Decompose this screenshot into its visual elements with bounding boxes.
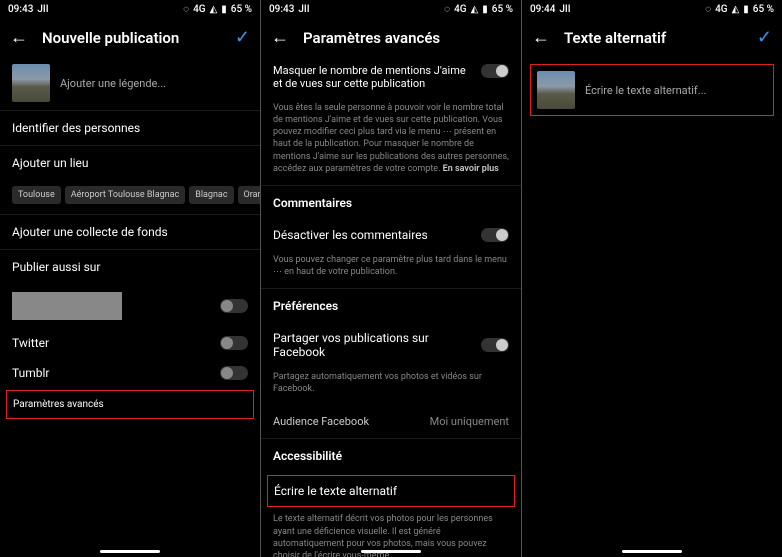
clock: 09:43 xyxy=(8,4,33,15)
status-bar: 09:44 JII ◌ 4G ◭▮ 65 % xyxy=(522,0,782,19)
battery-icon: ▮ xyxy=(482,4,488,15)
publish-also-label: Publier aussi sur xyxy=(0,249,260,284)
alt-text-input-highlight: Écrire le texte alternatif... xyxy=(530,64,774,116)
nav-handle[interactable] xyxy=(622,550,682,553)
battery-icon: ▮ xyxy=(743,4,749,15)
hide-likes-desc: Vous êtes la seule personne à pouvoir vo… xyxy=(261,98,521,185)
battery: 65 % xyxy=(492,4,513,15)
location-chip[interactable]: Orange xyxy=(238,186,260,204)
network: 4G xyxy=(454,4,467,15)
location-chip[interactable]: Toulouse xyxy=(12,186,61,204)
screen-new-post: 09:43 JII ◌ 4G ◭▮ 65 % ← Nouvelle publicatio… xyxy=(0,0,260,557)
network: 4G xyxy=(193,4,206,15)
caption-row[interactable]: Ajouter une légende... xyxy=(0,56,260,110)
hide-likes-label: Masquer le nombre de mentions J'aime et … xyxy=(273,64,481,90)
status-icons: JII xyxy=(37,4,48,15)
clock: 09:43 xyxy=(269,4,294,15)
share-tumblr-row[interactable]: Tumblr xyxy=(0,358,260,388)
share-fb-label: Partager vos publications sur Facebook xyxy=(273,331,481,359)
back-arrow-icon[interactable]: ← xyxy=(271,27,289,48)
fb-audience-label: Audience Facebook xyxy=(273,415,369,428)
write-alt-row[interactable]: Écrire le texte alternatif xyxy=(268,476,514,506)
tag-people-row[interactable]: Identifier des personnes xyxy=(0,110,260,145)
share-fb-row[interactable]: Partager vos publications sur Facebook xyxy=(261,323,521,367)
redacted-account xyxy=(12,292,122,320)
signal-icon: ◭ xyxy=(732,4,740,15)
fb-audience-row[interactable]: Audience Facebook Moi uniquement xyxy=(261,405,521,438)
advanced-settings-row[interactable]: Paramètres avancés xyxy=(7,391,253,418)
battery: 65 % xyxy=(231,4,252,15)
hide-likes-row[interactable]: Masquer le nombre de mentions J'aime et … xyxy=(261,56,521,98)
circle-icon: ◌ xyxy=(183,4,189,15)
header: ← Paramètres avancés xyxy=(261,19,521,56)
toggle[interactable] xyxy=(220,299,248,313)
status-bar: 09:43 JII ◌ 4G ◭▮ 65 % xyxy=(261,0,521,19)
nav-handle[interactable] xyxy=(100,550,160,553)
toggle[interactable] xyxy=(220,366,248,380)
header: ← Nouvelle publication ✓ xyxy=(0,19,260,56)
battery: 65 % xyxy=(753,4,774,15)
photo-thumbnail[interactable] xyxy=(12,64,50,102)
toggle[interactable] xyxy=(481,64,509,78)
alt-text-input[interactable]: Écrire le texte alternatif... xyxy=(585,84,706,97)
comments-heading: Commentaires xyxy=(261,185,521,220)
page-title: Texte alternatif xyxy=(564,29,743,47)
add-location-row[interactable]: Ajouter un lieu xyxy=(0,145,260,180)
nav-handle[interactable] xyxy=(361,550,421,553)
add-fundraiser-row[interactable]: Ajouter une collecte de fonds xyxy=(0,214,260,249)
signal-icon: ◭ xyxy=(210,4,218,15)
a11y-heading: Accessibilité xyxy=(261,438,521,473)
status-icons: JII xyxy=(298,4,309,15)
learn-more-link[interactable]: En savoir plus xyxy=(443,164,499,174)
fb-audience-value: Moi uniquement xyxy=(430,415,509,428)
toggle[interactable] xyxy=(481,228,509,242)
share-fb-desc: Partagez automatiquement vos photos et v… xyxy=(261,367,521,405)
share-redacted-row[interactable] xyxy=(0,284,260,328)
back-arrow-icon[interactable]: ← xyxy=(10,27,28,48)
advanced-settings-highlight: Paramètres avancés xyxy=(6,390,254,419)
status-bar: 09:43 JII ◌ 4G ◭▮ 65 % xyxy=(0,0,260,19)
page-title: Paramètres avancés xyxy=(303,29,511,47)
photo-thumbnail[interactable] xyxy=(537,71,575,109)
disable-comments-desc: Vous pouvez changer ce paramètre plus ta… xyxy=(261,250,521,288)
write-alt-label: Écrire le texte alternatif xyxy=(274,484,397,498)
tumblr-label: Tumblr xyxy=(12,366,49,380)
location-suggestions: Toulouse Aéroport Toulouse Blagnac Blagn… xyxy=(0,180,260,214)
page-title: Nouvelle publication xyxy=(42,29,221,47)
screen-alt-text: 09:44JII ◌4G◭▮65 % ← Texte alternatif ✓ … xyxy=(522,0,782,557)
write-alt-highlight: Écrire le texte alternatif xyxy=(267,475,515,507)
clock: 09:44 xyxy=(530,4,555,15)
status-icons: JII xyxy=(559,4,570,15)
back-arrow-icon[interactable]: ← xyxy=(532,27,550,48)
disable-comments-label: Désactiver les commentaires xyxy=(273,228,428,242)
caption-placeholder: Ajouter une légende... xyxy=(60,77,166,90)
share-twitter-row[interactable]: Twitter xyxy=(0,328,260,358)
toggle[interactable] xyxy=(481,338,509,352)
twitter-label: Twitter xyxy=(12,336,49,350)
disable-comments-row[interactable]: Désactiver les commentaires xyxy=(261,220,521,250)
prefs-heading: Préférences xyxy=(261,288,521,323)
screen-advanced-settings: 09:43JII ◌4G◭▮65 % ← Paramètres avancés … xyxy=(261,0,521,557)
location-chip[interactable]: Blagnac xyxy=(189,186,233,204)
signal-icon: ◭ xyxy=(471,4,479,15)
battery-icon: ▮ xyxy=(221,4,227,15)
confirm-check-icon[interactable]: ✓ xyxy=(757,27,772,48)
circle-icon: ◌ xyxy=(705,4,711,15)
network: 4G xyxy=(715,4,728,15)
location-chip[interactable]: Aéroport Toulouse Blagnac xyxy=(65,186,185,204)
toggle[interactable] xyxy=(220,336,248,350)
circle-icon: ◌ xyxy=(444,4,450,15)
header: ← Texte alternatif ✓ xyxy=(522,19,782,56)
confirm-check-icon[interactable]: ✓ xyxy=(235,27,250,48)
